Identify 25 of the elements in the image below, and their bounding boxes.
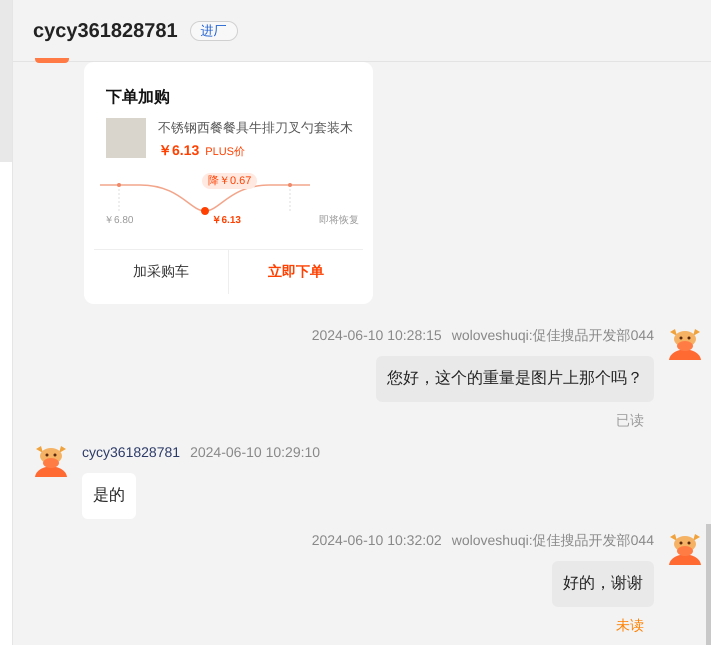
card-action-button[interactable]: 加采购车 <box>94 250 228 294</box>
read-status: 已读 <box>616 410 644 430</box>
product-photo <box>106 118 146 158</box>
price-point-label: 即将恢复 <box>319 214 359 228</box>
read-status: 未读 <box>616 616 644 634</box>
sender-name: cycy361828781 <box>82 442 180 462</box>
message-bubble: 是的 <box>82 472 136 518</box>
factory-tag: 进厂 <box>190 20 238 40</box>
chat-title: cycy361828781 <box>33 18 178 44</box>
price-point-label: ￥6.13 <box>212 214 241 228</box>
price-tag: PLUS价 <box>205 144 245 160</box>
price-point-label: ￥6.80 <box>104 214 134 228</box>
price-drop-label: 降￥0.67 <box>202 172 258 188</box>
card-title: 下单加购 <box>106 88 171 108</box>
sender-name: woloveshuqi:促佳搜品开发部044 <box>452 326 654 345</box>
sender-name: woloveshuqi:促佳搜品开发部044 <box>452 530 654 550</box>
product-name: 不锈钢西餐餐具牛排刀叉勺套装木 <box>158 119 353 137</box>
card-action-button[interactable]: 立即下单 <box>228 250 363 294</box>
product-price: ￥6.13 <box>158 140 200 160</box>
message-time: 2024-06-10 10:32:02 <box>312 530 442 550</box>
message-time: 2024-06-10 10:28:15 <box>312 326 442 344</box>
message-bubble: 好的，谢谢 <box>552 560 654 606</box>
message-time: 2024-06-10 10:29:10 <box>190 442 320 462</box>
message-bubble: 您好，这个的重量是图片上那个吗？ <box>376 356 654 402</box>
cow-avatar-partial <box>35 58 69 63</box>
